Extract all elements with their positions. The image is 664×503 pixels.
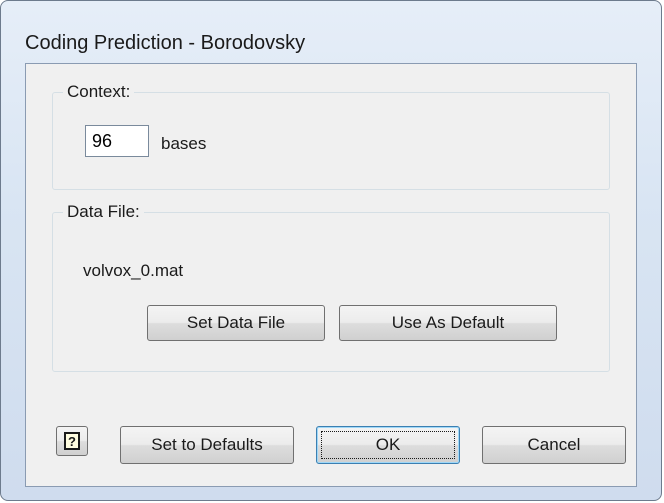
window-title: Coding Prediction - Borodovsky [25,32,306,54]
cancel-button[interactable]: Cancel [482,426,626,464]
help-button[interactable]: ? [56,426,88,456]
dialog-body: Context: bases Data File: volvox_0.mat S… [25,63,637,487]
title-bar[interactable]: Coding Prediction - Borodovsky [1,1,661,63]
set-data-file-button[interactable]: Set Data File [147,305,325,341]
dialog-window: Coding Prediction - Borodovsky Context: … [0,0,662,501]
use-as-default-button[interactable]: Use As Default [339,305,557,341]
context-bases-input[interactable] [85,125,149,157]
set-to-defaults-button[interactable]: Set to Defaults [120,426,294,464]
data-file-group: Data File: volvox_0.mat Set Data File Us… [52,201,610,372]
ok-button-label: OK [321,431,455,459]
data-file-name: volvox_0.mat [83,261,184,280]
question-mark-icon: ? [64,432,80,450]
ok-button[interactable]: OK [316,426,460,464]
data-file-group-label: Data File: [63,201,144,223]
bases-unit-label: bases [161,134,207,153]
context-group: Context: bases [52,81,610,190]
context-group-label: Context: [63,81,135,103]
